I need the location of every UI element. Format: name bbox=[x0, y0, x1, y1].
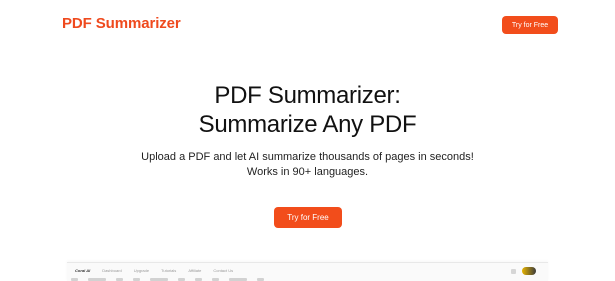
preview-nav-item-tutorials: Tutorials bbox=[161, 268, 177, 273]
hero-subtitle-line-2: Works in 90+ languages. bbox=[246, 166, 369, 178]
site-logo[interactable]: PDF Summarizer bbox=[62, 15, 181, 32]
preview-nav-item-dashboard: Dashboard bbox=[102, 268, 122, 273]
hero-try-free-button[interactable]: Try for Free bbox=[274, 207, 342, 228]
preview-nav-item-upgrade: Upgrade bbox=[133, 268, 150, 273]
preview-nav: Coral AI Dashboard Upgrade Tutorials Aff… bbox=[75, 268, 233, 273]
app-preview: Coral AI Dashboard Upgrade Tutorials Aff… bbox=[67, 262, 548, 281]
preview-nav-item-affiliate: Affiliate bbox=[188, 268, 202, 273]
preview-icons bbox=[511, 267, 536, 275]
preview-avatar bbox=[522, 267, 536, 275]
preview-brand: Coral AI bbox=[75, 268, 91, 273]
hero-title-line-1: PDF Summarizer: bbox=[214, 82, 401, 109]
landing-page: PDF Summarizer Try for Free PDF Summariz… bbox=[0, 0, 615, 281]
header-try-free-button[interactable]: Try for Free bbox=[502, 16, 558, 34]
hero-title-line-2: Summarize Any PDF bbox=[198, 111, 417, 138]
hero-subtitle: Upload a PDF and let AI summarize thousa… bbox=[0, 150, 615, 180]
preview-nav-item-contact: Contact Us bbox=[213, 268, 234, 273]
hero-title: PDF Summarizer: Summarize Any PDF bbox=[0, 81, 615, 139]
preview-settings-icon bbox=[511, 268, 516, 274]
preview-toolbar bbox=[71, 277, 544, 281]
hero-subtitle-line-1: Upload a PDF and let AI summarize thousa… bbox=[141, 151, 474, 163]
